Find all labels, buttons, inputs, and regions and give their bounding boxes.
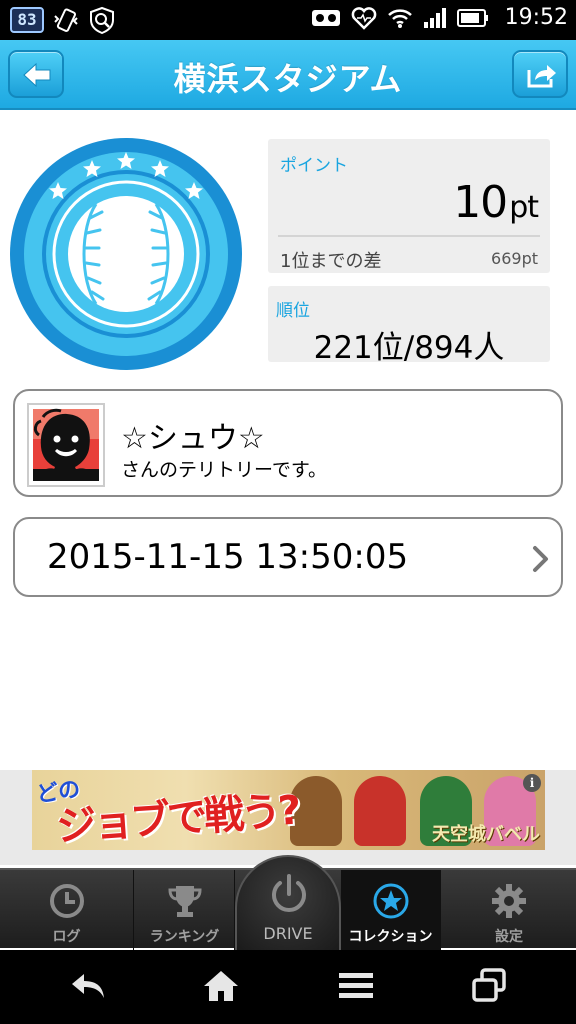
ad-banner[interactable]: どの ジョブで戦う? 天空城バベル i [32, 770, 545, 850]
baseball-icon [68, 196, 184, 312]
clock-time: 19:52 [504, 5, 568, 30]
wifi-icon [387, 8, 412, 28]
visit-datetime-row[interactable]: 2015-11-15 13:50:05 [13, 517, 563, 597]
battery-icon [456, 8, 488, 27]
voicemail-icon [311, 9, 340, 26]
screen: { "status_bar": { "battery_badge": "83",… [0, 0, 576, 1024]
avatar [27, 403, 105, 487]
owner-name: ☆シュウ☆ [121, 421, 265, 456]
status-bar: 83 19:52 [0, 0, 576, 40]
share-button[interactable] [512, 50, 568, 98]
ad-headline: ジョブで戦う? [54, 787, 300, 850]
stadium-badge [10, 138, 242, 370]
tab-ranking-label: ランキング [149, 929, 220, 945]
cell-signal-icon [423, 7, 446, 28]
gap-to-first-label: 1位までの差 [280, 251, 382, 272]
menu-icon[interactable] [336, 968, 376, 1004]
territory-owner-card[interactable]: ☆シュウ☆ さんのテリトリーです。 [13, 389, 563, 497]
tab-settings[interactable]: 設定 [442, 870, 576, 950]
phone-vibrate-icon [54, 8, 78, 32]
heart-signal-icon [351, 6, 376, 30]
points-divider [278, 235, 540, 237]
points-label: ポイント [280, 156, 348, 176]
drive-label: DRIVE [263, 924, 313, 943]
tab-log-label: ログ [52, 929, 81, 945]
gear-icon [492, 884, 526, 918]
tab-log[interactable]: ログ [0, 870, 134, 950]
title-bar: 横浜スタジアム [0, 40, 576, 110]
tab-ranking[interactable]: ランキング [135, 870, 235, 950]
recent-apps-icon[interactable] [470, 968, 510, 1004]
star-icon [373, 883, 408, 919]
clock-icon [49, 884, 84, 918]
tab-settings-label: 設定 [495, 929, 523, 945]
points-panel: ポイント 10pt 1位までの差 669pt [268, 139, 550, 273]
battery-percent-badge: 83 [10, 7, 44, 33]
search-shield-icon [90, 6, 114, 34]
home-icon[interactable] [201, 968, 241, 1004]
rank-value: 221位/894人 [313, 330, 505, 366]
gap-to-first-value: 669pt [491, 249, 538, 268]
rank-label: 順位 [276, 301, 310, 321]
points-number: 10 [453, 177, 508, 228]
chevron-right-icon [533, 546, 548, 572]
back-icon[interactable] [68, 968, 108, 1004]
points-value: 10pt [453, 177, 539, 228]
drive-button[interactable]: DRIVE [235, 855, 341, 951]
tab-collection[interactable]: コレクション [341, 870, 441, 950]
ad-brand-logo: 天空城バベル [432, 824, 540, 845]
points-unit: pt [509, 190, 539, 225]
ad-info-icon[interactable]: i [523, 774, 541, 792]
silhouette-avatar-icon [29, 405, 103, 485]
rank-panel: 順位 221位/894人 [268, 286, 550, 366]
tab-collection-label: コレクション [348, 929, 433, 945]
owner-territory-text: さんのテリトリーです。 [121, 459, 327, 481]
system-nav-bar [0, 950, 576, 1024]
power-icon [272, 874, 306, 912]
page-title: 横浜スタジアム [173, 60, 403, 98]
visit-datetime: 2015-11-15 13:50:05 [47, 537, 409, 577]
ad-character-2 [354, 776, 406, 846]
share-icon [527, 65, 556, 88]
trophy-icon [167, 886, 202, 917]
